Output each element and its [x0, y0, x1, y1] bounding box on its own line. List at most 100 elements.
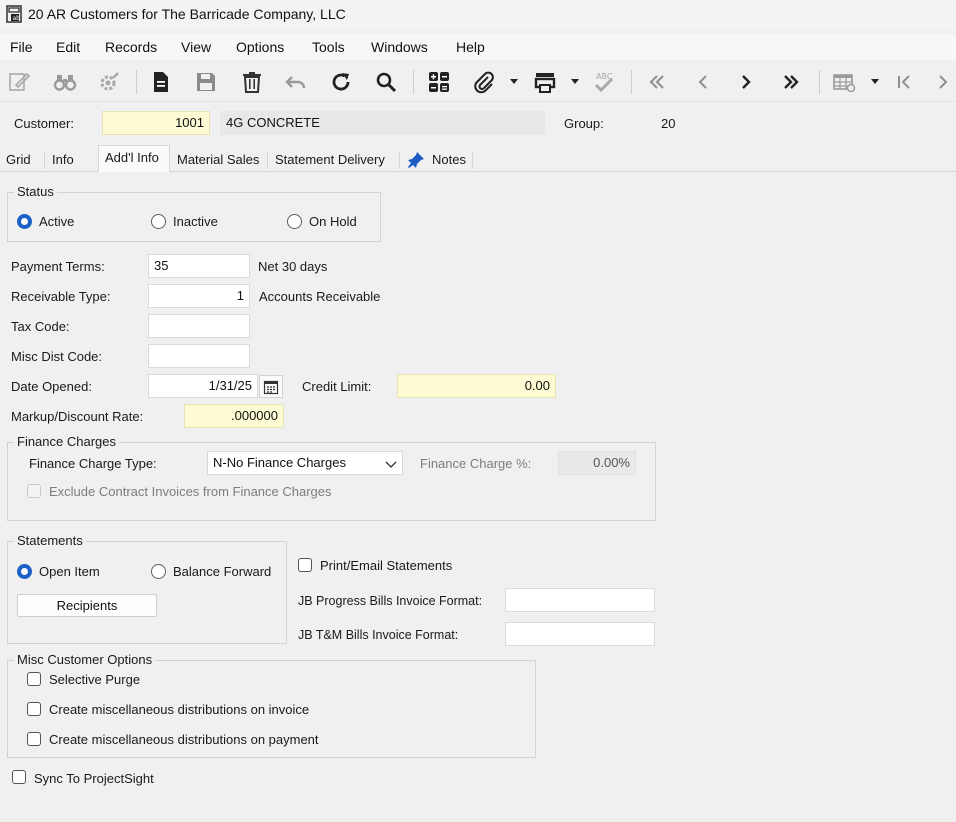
misc-options-title: Misc Customer Options	[14, 652, 156, 667]
markup-discount-field[interactable]: .000000	[184, 404, 284, 428]
settings-icon[interactable]	[94, 67, 124, 97]
tab-grid[interactable]: Grid	[0, 148, 37, 172]
date-opened-label: Date Opened:	[11, 379, 92, 394]
previous-record-icon[interactable]	[688, 67, 718, 97]
delete-icon[interactable]	[237, 67, 267, 97]
tab-separator	[44, 151, 45, 169]
menu-tools[interactable]: Tools	[312, 39, 345, 55]
credit-limit-label: Credit Limit:	[302, 379, 372, 394]
finance-charge-type-value: N-No Finance Charges	[213, 455, 346, 470]
toolbar-separator	[136, 70, 137, 94]
status-inactive-radio[interactable]	[151, 214, 166, 229]
exclude-contract-invoices-checkbox[interactable]	[27, 484, 41, 498]
window-title: 20 AR Customers for The Barricade Compan…	[28, 6, 346, 22]
undo-icon[interactable]	[281, 67, 311, 97]
svg-text:ab: ab	[13, 15, 21, 22]
menu-help[interactable]: Help	[456, 39, 485, 55]
tab-separator	[472, 151, 473, 169]
attachment-icon[interactable]	[469, 67, 499, 97]
status-group-title: Status	[14, 184, 57, 199]
finance-charge-type-select[interactable]: N-No Finance Charges	[207, 451, 403, 475]
receivable-type-field[interactable]: 1	[148, 284, 250, 308]
toolbar-separator	[631, 70, 632, 94]
balance-forward-label: Balance Forward	[173, 564, 272, 579]
refresh-icon[interactable]	[326, 67, 356, 97]
grid-settings-icon[interactable]	[829, 67, 859, 97]
jb-tm-format-label: JB T&M Bills Invoice Format:	[298, 628, 459, 642]
app-icon: ab	[6, 5, 22, 23]
recipients-button[interactable]: Recipients	[17, 594, 157, 617]
edit-record-icon[interactable]	[4, 67, 34, 97]
misc-dist-code-field[interactable]	[148, 344, 250, 368]
menu-bar: File Edit Records View Options Tools Win…	[0, 34, 956, 60]
calculator-icon[interactable]	[424, 67, 454, 97]
tab-addl-info[interactable]: Add'l Info	[98, 145, 170, 172]
group-label: Group:	[564, 116, 604, 131]
next-record-icon[interactable]	[731, 67, 761, 97]
save-icon[interactable]	[191, 67, 221, 97]
selective-purge-label: Selective Purge	[49, 672, 141, 687]
balance-forward-radio[interactable]	[151, 564, 166, 579]
print-dropdown-icon[interactable]	[570, 72, 580, 92]
print-email-statements-checkbox[interactable]	[298, 558, 312, 572]
jb-progress-format-field[interactable]	[505, 588, 655, 612]
sync-projectsight-checkbox[interactable]	[12, 770, 26, 784]
menu-windows[interactable]: Windows	[371, 39, 428, 55]
tab-notes[interactable]: Notes	[426, 148, 472, 172]
toolbar: ABC	[0, 62, 956, 102]
finance-charge-pct-label: Finance Charge %:	[420, 456, 532, 471]
toolbar-separator	[819, 70, 820, 94]
customer-name-field: 4G CONCRETE	[220, 111, 545, 135]
binoculars-icon[interactable]	[50, 67, 80, 97]
pin-icon	[407, 151, 425, 169]
menu-view[interactable]: View	[181, 39, 211, 55]
status-active-label: Active	[39, 214, 75, 229]
date-opened-field[interactable]: 1/31/25	[148, 374, 258, 398]
menu-file[interactable]: File	[10, 39, 33, 55]
receivable-type-description: Accounts Receivable	[259, 289, 381, 304]
status-inactive-label: Inactive	[173, 214, 218, 229]
calendar-icon	[263, 380, 279, 394]
create-dist-payment-checkbox[interactable]	[27, 732, 41, 746]
customer-number-field[interactable]: 1001	[102, 111, 210, 135]
print-email-statements-label: Print/Email Statements	[320, 558, 453, 573]
grid-dropdown-icon[interactable]	[870, 72, 880, 92]
create-dist-invoice-label: Create miscellaneous distributions on in…	[49, 702, 310, 717]
spellcheck-icon[interactable]: ABC	[589, 67, 619, 97]
menu-records[interactable]: Records	[105, 39, 157, 55]
calendar-button[interactable]	[259, 375, 283, 398]
open-item-label: Open Item	[39, 564, 100, 579]
payment-terms-field[interactable]: 35	[148, 254, 250, 278]
next-page-icon[interactable]	[932, 67, 956, 97]
first-page-icon[interactable]	[889, 67, 919, 97]
menu-edit[interactable]: Edit	[56, 39, 80, 55]
jb-progress-format-label: JB Progress Bills Invoice Format:	[298, 594, 483, 608]
group-value: 20	[661, 116, 676, 131]
tab-info[interactable]: Info	[46, 148, 80, 172]
selective-purge-checkbox[interactable]	[27, 672, 41, 686]
print-icon[interactable]	[530, 67, 560, 97]
tab-material-sales[interactable]: Material Sales	[171, 148, 265, 172]
tax-code-label: Tax Code:	[11, 319, 70, 334]
sync-projectsight-label: Sync To ProjectSight	[34, 771, 154, 786]
toolbar-separator	[413, 70, 414, 94]
menu-options[interactable]: Options	[236, 39, 284, 55]
receivable-type-label: Receivable Type:	[11, 289, 111, 304]
open-item-radio[interactable]	[17, 564, 32, 579]
credit-limit-field[interactable]: 0.00	[397, 374, 556, 398]
exclude-contract-invoices-label: Exclude Contract Invoices from Finance C…	[49, 484, 332, 499]
last-record-icon[interactable]	[776, 67, 806, 97]
status-on-hold-radio[interactable]	[287, 214, 302, 229]
jb-tm-format-field[interactable]	[505, 622, 655, 646]
first-record-icon[interactable]	[642, 67, 672, 97]
statements-group	[7, 541, 287, 644]
tab-statement-delivery[interactable]: Statement Delivery	[269, 148, 391, 172]
tax-code-field[interactable]	[148, 314, 250, 338]
search-icon[interactable]	[371, 67, 401, 97]
status-active-radio[interactable]	[17, 214, 32, 229]
create-dist-invoice-checkbox[interactable]	[27, 702, 41, 716]
finance-charges-title: Finance Charges	[14, 434, 119, 449]
attachment-dropdown-icon[interactable]	[509, 72, 519, 92]
document-icon[interactable]	[146, 67, 176, 97]
title-bar: ab 20 AR Customers for The Barricade Com…	[0, 0, 956, 30]
